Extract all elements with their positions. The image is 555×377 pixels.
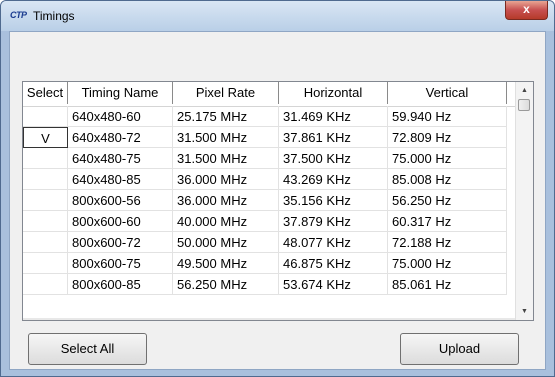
pixel-rate-cell: 56.250 MHz [173, 274, 279, 295]
timings-table: Select Timing Name Pixel Rate Horizontal… [22, 81, 534, 321]
pixel-rate-cell: 50.000 MHz [173, 232, 279, 253]
close-icon: x [523, 2, 530, 16]
horizontal-cell: 37.500 KHz [279, 148, 388, 169]
select-cell[interactable] [23, 148, 68, 169]
timing-name-cell: 800x600-75 [68, 253, 173, 274]
timing-name-cell: 800x600-85 [68, 274, 173, 295]
pixel-rate-cell: 25.175 MHz [173, 106, 279, 127]
vertical-cell: 75.000 Hz [388, 148, 507, 169]
select-cell[interactable] [23, 169, 68, 190]
table-row[interactable]: V 640x480-72 31.500 MHz 37.861 KHz 72.809 Hz [23, 127, 517, 148]
timing-name-cell: 800x600-72 [68, 232, 173, 253]
timing-name-cell: 640x480-75 [68, 148, 173, 169]
table-header: Select Timing Name Pixel Rate Horizontal… [23, 82, 517, 107]
pixel-rate-cell: 31.500 MHz [173, 127, 279, 148]
dialog-body: Select Timing Name Pixel Rate Horizontal… [9, 31, 546, 370]
select-cell[interactable] [23, 190, 68, 211]
vertical-cell: 72.809 Hz [388, 127, 507, 148]
select-cell[interactable]: V [23, 127, 68, 148]
column-header-timing-name[interactable]: Timing Name [68, 82, 173, 104]
pixel-rate-cell: 49.500 MHz [173, 253, 279, 274]
table-row[interactable]: 640x480-60 25.175 MHz 31.469 KHz 59.940 Hz [23, 106, 517, 127]
pixel-rate-cell: 31.500 MHz [173, 148, 279, 169]
table-row[interactable]: 800x600-85 56.250 MHz 53.674 KHz 85.061 Hz [23, 274, 517, 295]
pixel-rate-cell: 36.000 MHz [173, 190, 279, 211]
title-bar[interactable]: CTP Timings x [1, 1, 554, 31]
vertical-cell: 75.000 Hz [388, 253, 507, 274]
column-header-vertical[interactable]: Vertical [388, 82, 507, 104]
column-header-pixel-rate[interactable]: Pixel Rate [173, 82, 279, 104]
scroll-down-icon[interactable]: ▼ [516, 303, 533, 320]
scroll-up-icon[interactable]: ▲ [516, 82, 533, 99]
vertical-scrollbar[interactable]: ▲ ▼ [515, 82, 533, 320]
horizontal-cell: 31.469 KHz [279, 106, 388, 127]
scroll-thumb[interactable] [518, 99, 530, 111]
horizontal-cell: 37.879 KHz [279, 211, 388, 232]
table-row[interactable]: 640x480-85 36.000 MHz 43.269 KHz 85.008 Hz [23, 169, 517, 190]
table-row[interactable]: 640x480-75 31.500 MHz 37.500 KHz 75.000 Hz [23, 148, 517, 169]
upload-button[interactable]: Upload [400, 333, 519, 365]
window-title: Timings [33, 9, 75, 23]
horizontal-scroll-strip [23, 318, 517, 320]
pixel-rate-cell: 36.000 MHz [173, 169, 279, 190]
column-header-select[interactable]: Select [23, 82, 68, 104]
horizontal-cell: 53.674 KHz [279, 274, 388, 295]
vertical-cell: 85.008 Hz [388, 169, 507, 190]
close-button[interactable]: x [505, 1, 548, 20]
vertical-cell: 60.317 Hz [388, 211, 507, 232]
timing-name-cell: 800x600-60 [68, 211, 173, 232]
horizontal-cell: 37.861 KHz [279, 127, 388, 148]
timings-window: CTP Timings x Select Timing Name Pixel R… [0, 0, 555, 377]
horizontal-cell: 35.156 KHz [279, 190, 388, 211]
timing-name-cell: 800x600-56 [68, 190, 173, 211]
horizontal-cell: 46.875 KHz [279, 253, 388, 274]
table-row[interactable]: 800x600-72 50.000 MHz 48.077 KHz 72.188 Hz [23, 232, 517, 253]
select-cell[interactable] [23, 211, 68, 232]
vertical-cell: 72.188 Hz [388, 232, 507, 253]
select-cell[interactable] [23, 274, 68, 295]
vertical-cell: 56.250 Hz [388, 190, 507, 211]
timing-name-cell: 640x480-85 [68, 169, 173, 190]
pixel-rate-cell: 40.000 MHz [173, 211, 279, 232]
vertical-cell: 85.061 Hz [388, 274, 507, 295]
select-cell[interactable] [23, 106, 68, 127]
table-row[interactable]: 800x600-56 36.000 MHz 35.156 KHz 56.250 Hz [23, 190, 517, 211]
column-header-horizontal[interactable]: Horizontal [279, 82, 388, 104]
timing-name-cell: 640x480-60 [68, 106, 173, 127]
table-row[interactable]: 800x600-75 49.500 MHz 46.875 KHz 75.000 Hz [23, 253, 517, 274]
select-cell[interactable] [23, 232, 68, 253]
select-cell[interactable] [23, 253, 68, 274]
select-all-button[interactable]: Select All [28, 333, 147, 365]
vertical-cell: 59.940 Hz [388, 106, 507, 127]
table-row[interactable]: 800x600-60 40.000 MHz 37.879 KHz 60.317 Hz [23, 211, 517, 232]
app-icon: CTP [10, 10, 27, 20]
horizontal-cell: 43.269 KHz [279, 169, 388, 190]
timing-name-cell: 640x480-72 [68, 127, 173, 148]
horizontal-cell: 48.077 KHz [279, 232, 388, 253]
